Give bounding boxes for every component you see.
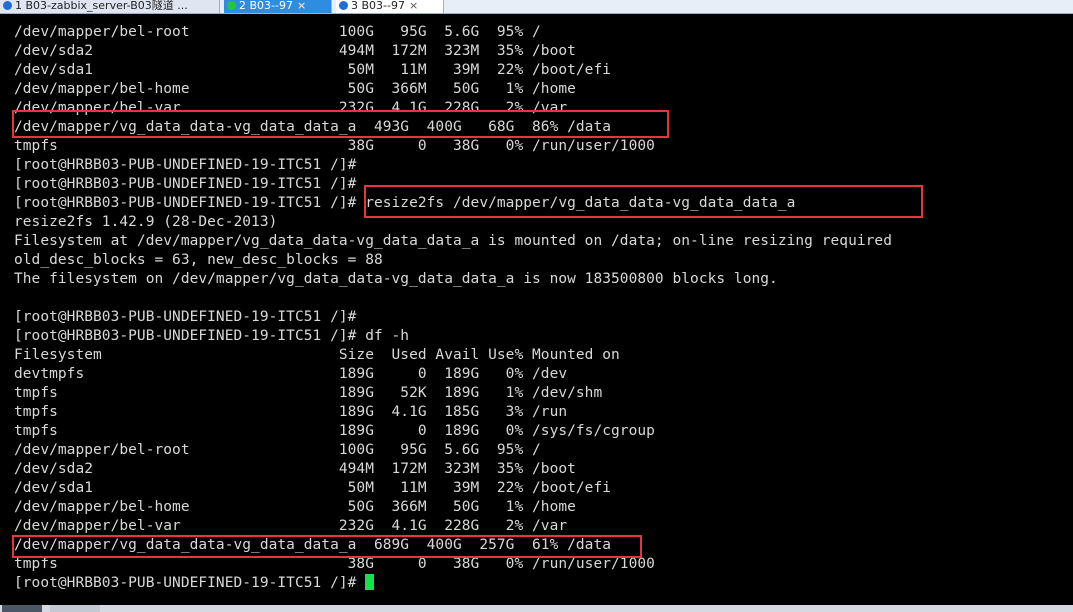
tab-session-3[interactable]: 3 B03--97 × <box>336 0 444 13</box>
terminal-line: /dev/sda2 494M 172M 323M 35% /boot <box>14 461 576 477</box>
terminal-line: /dev/mapper/bel-home 50G 366M 50G 1% /ho… <box>14 81 576 97</box>
terminal-line: tmpfs 189G 4.1G 185G 3% /run <box>14 404 568 420</box>
warning-icon <box>3 1 12 10</box>
connected-icon <box>227 1 236 10</box>
terminal-line: /dev/sda2 494M 172M 323M 35% /boot <box>14 43 576 59</box>
terminal-cursor <box>365 574 375 590</box>
tab-label: 2 B03--97 <box>239 0 293 12</box>
terminal-line: [root@HRBB03-PUB-UNDEFINED-19-ITC51 /]# … <box>14 328 410 344</box>
highlight-box-before <box>12 110 669 138</box>
terminal-line: devtmpfs 189G 0 189G 0% /dev <box>14 366 568 382</box>
terminal-line: tmpfs 38G 0 38G 0% /run/user/1000 <box>14 138 655 154</box>
terminal-line: /dev/mapper/bel-root 100G 95G 5.6G 95% / <box>14 442 541 458</box>
terminal-line: Filesystem at /dev/mapper/vg_data_data-v… <box>14 233 892 249</box>
terminal-line: /dev/mapper/bel-root 100G 95G 5.6G 95% / <box>14 24 541 40</box>
terminal-prompt-line[interactable]: [root@HRBB03-PUB-UNDEFINED-19-ITC51 /]# <box>14 574 1073 593</box>
terminal-line: /dev/sda1 50M 11M 39M 22% /boot/efi <box>14 480 612 496</box>
warning-icon <box>339 1 348 10</box>
session-tab-bar: 1 B03-zabbix_server-B03隧道 ... 2 B03--97 ×… <box>0 0 1073 14</box>
close-icon[interactable]: × <box>409 0 418 12</box>
terminal-output[interactable]: /dev/mapper/bel-root 100G 95G 5.6G 95% /… <box>14 23 1073 593</box>
terminal-line: /dev/mapper/bel-home 50G 366M 50G 1% /ho… <box>14 499 576 515</box>
terminal-line: [root@HRBB03-PUB-UNDEFINED-19-ITC51 /]# <box>14 309 357 325</box>
highlight-box-command <box>364 185 923 218</box>
tab-label: 1 B03-zabbix_server-B03隧道 ... <box>15 0 188 12</box>
terminal-line: /dev/mapper/bel-var 232G 4.1G 228G 2% /v… <box>14 518 568 534</box>
terminal-line: old_desc_blocks = 63, new_desc_blocks = … <box>14 252 383 268</box>
terminal-prompt: [root@HRBB03-PUB-UNDEFINED-19-ITC51 /]# <box>14 575 366 591</box>
close-icon[interactable]: × <box>297 0 306 12</box>
status-bar-segment <box>50 605 100 612</box>
terminal-line: /dev/sda1 50M 11M 39M 22% /boot/efi <box>14 62 612 78</box>
terminal-line: Filesystem Size Used Avail Use% Mounted … <box>14 347 620 363</box>
terminal-line: The filesystem on /dev/mapper/vg_data_da… <box>14 271 778 287</box>
terminal-line: tmpfs 189G 0 189G 0% /sys/fs/cgroup <box>14 423 655 439</box>
tab-session-1[interactable]: 1 B03-zabbix_server-B03隧道 ... <box>0 0 220 13</box>
status-bar <box>0 605 1073 612</box>
terminal-line: tmpfs 189G 52K 189G 1% /dev/shm <box>14 385 603 401</box>
tab-session-2[interactable]: 2 B03--97 × <box>224 0 332 13</box>
terminal-line: [root@HRBB03-PUB-UNDEFINED-19-ITC51 /]# <box>14 157 357 173</box>
status-bar-segment <box>2 605 42 612</box>
highlight-box-after <box>12 535 642 558</box>
tab-label: 3 B03--97 <box>351 0 405 12</box>
